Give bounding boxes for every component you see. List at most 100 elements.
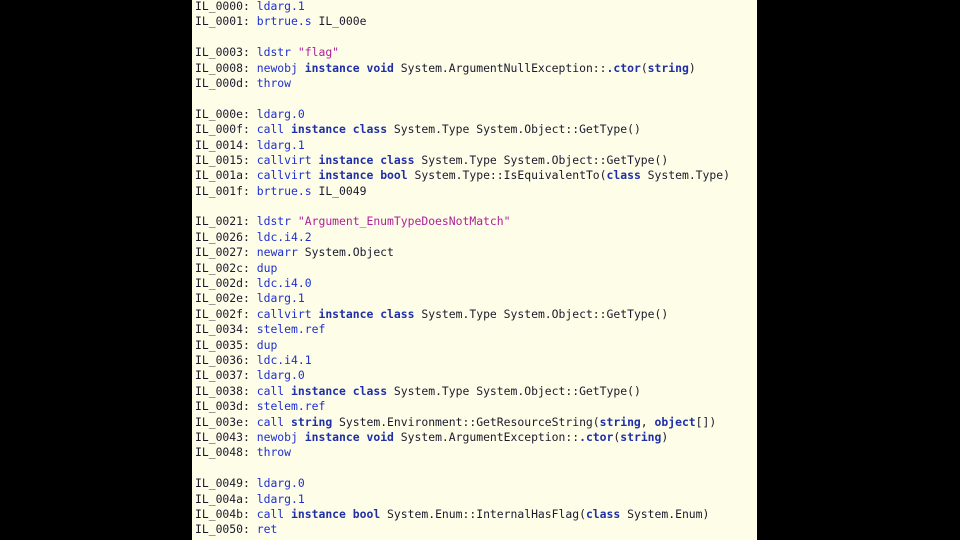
il-keyword: string <box>599 414 641 429</box>
il-keyword: class <box>352 122 388 137</box>
il-opcode: callvirt <box>256 152 312 167</box>
il-opcode: throw <box>256 75 292 90</box>
il-keyword: void <box>366 60 394 75</box>
il-keyword: instance <box>318 168 374 183</box>
il-opcode: ldarg.1 <box>256 137 305 152</box>
code-line: IL_0050: ret <box>195 522 730 537</box>
il-keyword: .ctor <box>579 429 614 444</box>
il-opcode: brtrue.s <box>256 14 312 29</box>
il-offset-label: IL_0048: <box>195 445 257 460</box>
il-offset-label: IL_0043: <box>195 429 257 444</box>
code-line: IL_002d: ldc.i4.0 <box>195 276 730 291</box>
il-operand: System.ArgumentException:: <box>393 429 580 444</box>
il-operand <box>298 430 305 444</box>
il-offset-label: IL_0050: <box>195 522 257 537</box>
il-operand <box>284 122 291 136</box>
il-opcode: call <box>256 506 285 521</box>
il-operand: IL_000e <box>311 14 367 29</box>
il-opcode: ldstr <box>256 214 292 229</box>
il-opcode: ldarg.1 <box>256 291 305 306</box>
il-offset-label: IL_0034: <box>195 322 257 337</box>
il-operand: System.Type System.Object::GetType() <box>414 306 669 321</box>
il-offset-label: IL_000d: <box>195 75 257 90</box>
il-opcode: callvirt <box>256 306 312 321</box>
il-offset-label: IL_0008: <box>195 60 257 75</box>
code-line: IL_000e: ldarg.0 <box>195 107 730 122</box>
il-offset-label: IL_002e: <box>195 291 257 306</box>
il-keyword: instance <box>318 306 374 321</box>
code-line: IL_001f: brtrue.s IL_0049 <box>195 184 730 199</box>
code-line: IL_0026: ldc.i4.2 <box>195 230 730 245</box>
il-code-view[interactable]: IL_0000: ldarg.1 IL_0001: brtrue.s IL_000… <box>192 0 757 540</box>
il-offset-label: IL_001f: <box>195 183 257 198</box>
il-offset-label: IL_0036: <box>195 352 257 367</box>
il-keyword: class <box>380 152 415 167</box>
il-offset-label: IL_0015: <box>195 152 257 167</box>
il-opcode: ldc.i4.0 <box>256 276 312 291</box>
il-keyword: class <box>606 168 641 183</box>
il-keyword: string <box>291 414 333 429</box>
il-offset-label: IL_0003: <box>195 45 257 60</box>
il-operand: ) <box>688 60 696 75</box>
il-keyword: instance <box>304 429 360 444</box>
il-opcode: ldarg.0 <box>256 476 305 491</box>
il-opcode: brtrue.s <box>256 183 312 198</box>
il-operand: IL_0049 <box>311 183 367 198</box>
il-offset-label: IL_0035: <box>195 337 257 352</box>
il-opcode: newarr <box>256 245 298 260</box>
il-opcode: stelem.ref <box>256 399 326 414</box>
il-opcode: newobj <box>256 60 298 75</box>
code-line: IL_0036: ldc.i4.1 <box>195 353 730 368</box>
il-operand: System.Enum::InternalHasFlag( <box>380 506 586 521</box>
il-operand <box>291 214 298 228</box>
il-operand: ( <box>640 60 648 75</box>
il-opcode: callvirt <box>256 168 312 183</box>
il-operand <box>284 384 291 398</box>
il-keyword: class <box>585 506 621 521</box>
il-offset-label: IL_002c: <box>195 260 257 275</box>
il-keyword: string <box>647 60 689 75</box>
code-line: IL_0034: stelem.ref <box>195 322 730 337</box>
code-line: IL_0008: newobj instance void System.Arg… <box>195 61 730 76</box>
code-line: IL_0035: dup <box>195 338 730 353</box>
code-line: IL_000f: call instance class System.Type… <box>195 122 730 137</box>
il-keyword: .ctor <box>606 60 641 75</box>
code-line: IL_0027: newarr System.Object <box>195 245 730 260</box>
il-operand: System.Type System.Object::GetType() <box>414 152 669 167</box>
il-operand <box>284 507 291 521</box>
il-offset-label: IL_0001: <box>195 14 257 29</box>
il-operand: System.Object <box>297 245 394 260</box>
il-operand <box>346 384 353 398</box>
code-line: IL_0048: throw <box>195 445 730 460</box>
code-line: IL_0038: call instance class System.Type… <box>195 384 730 399</box>
il-offset-label: IL_002d: <box>195 276 257 291</box>
il-operand: []) <box>695 414 717 429</box>
code-line: IL_0049: ldarg.0 <box>195 476 730 491</box>
il-opcode: newobj <box>256 429 298 444</box>
il-keyword: instance <box>291 122 346 137</box>
il-offset-label: IL_000e: <box>195 106 257 121</box>
code-line: IL_0015: callvirt instance class System.… <box>195 153 730 168</box>
il-keyword: bool <box>352 506 381 521</box>
il-opcode: ldarg.1 <box>256 0 305 13</box>
code-line: IL_0003: ldstr "flag" <box>195 45 730 60</box>
il-keyword: class <box>352 383 388 398</box>
il-operand: System.Type) <box>640 168 730 183</box>
il-offset-label: IL_0000: <box>195 0 257 13</box>
code-line: IL_002c: dup <box>195 261 730 276</box>
il-opcode: ldc.i4.2 <box>256 229 312 244</box>
il-offset-label: IL_0026: <box>195 229 257 244</box>
code-line: IL_000d: throw <box>195 76 730 91</box>
il-code-lines: IL_0000: ldarg.1 IL_0001: brtrue.s IL_000… <box>195 0 730 538</box>
il-operand: System.Enum) <box>620 506 710 521</box>
il-offset-label: IL_0027: <box>195 245 257 260</box>
il-offset-label: IL_0021: <box>195 214 257 229</box>
code-line: IL_002f: callvirt instance class System.… <box>195 307 730 322</box>
il-operand: System.Type::IsEquivalentTo( <box>407 168 607 183</box>
il-offset-label: IL_001a: <box>195 168 257 183</box>
il-opcode: dup <box>256 337 278 352</box>
il-operand <box>346 122 353 136</box>
il-opcode: dup <box>256 260 278 275</box>
code-line: IL_0001: brtrue.s IL_000e <box>195 14 730 29</box>
